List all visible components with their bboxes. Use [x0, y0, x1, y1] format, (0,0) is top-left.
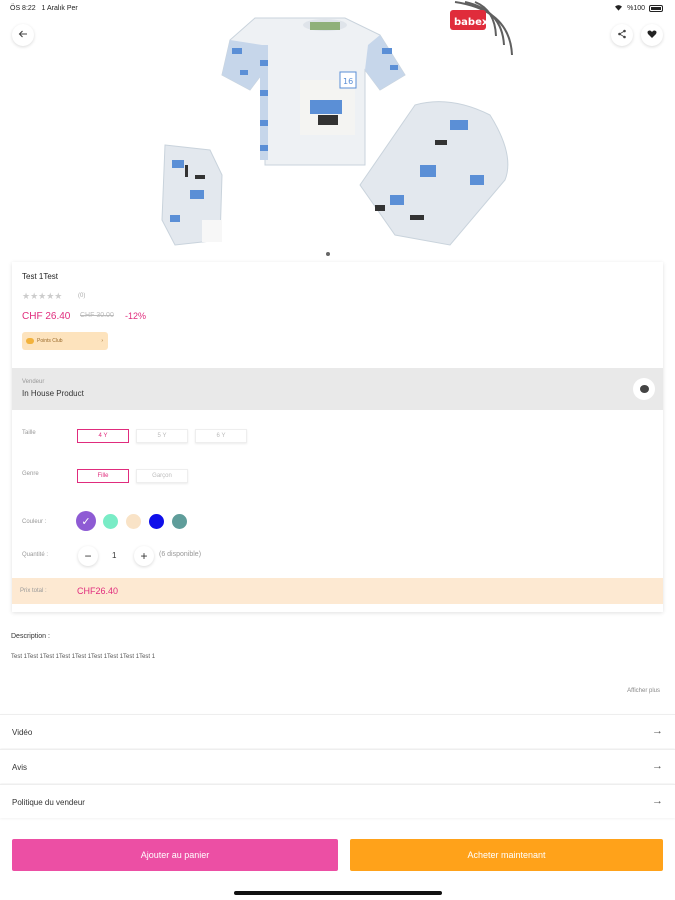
quantity-decrease-button[interactable]: − [78, 546, 98, 566]
rating-stars: ★★★★★ [22, 291, 63, 301]
arrow-right-icon: → [652, 760, 663, 772]
total-price-row: Prix total : CHF26.40 [12, 578, 663, 604]
status-time: ÖS 8:22 [10, 5, 36, 12]
rating-count: (0) [78, 293, 86, 299]
chat-icon [639, 385, 649, 393]
home-indicator[interactable] [234, 891, 442, 895]
share-icon [617, 29, 627, 42]
color-swatch-blue[interactable] [149, 514, 164, 529]
total-price-value: CHF26.40 [77, 586, 119, 596]
total-price-label: Prix total : [20, 588, 47, 594]
points-club-badge[interactable]: Points Club › [22, 332, 108, 350]
color-swatch-teal[interactable] [172, 514, 187, 529]
gender-option-fille[interactable]: Fille [77, 469, 129, 483]
product-price: CHF 26.40 [22, 311, 71, 322]
gender-option-garcon[interactable]: Garçon [136, 469, 188, 483]
link-row-label: Avis [12, 763, 27, 772]
brand-logo: babexi [450, 10, 492, 30]
link-row-label: Politique du vendeur [12, 798, 85, 807]
quantity-value: 1 [112, 551, 117, 560]
size-option-6y[interactable]: 6 Y [195, 429, 247, 443]
pajama-chest-text: 16 [343, 77, 353, 86]
vendor-label: Vendeur [22, 379, 45, 385]
chat-vendor-button[interactable] [633, 378, 655, 400]
share-button[interactable] [611, 24, 633, 46]
status-indicators: %100 [614, 4, 663, 13]
size-option-4y[interactable]: 4 Y [77, 429, 129, 443]
arrow-right-icon: → [652, 725, 663, 737]
quantity-increase-button[interactable]: + [134, 546, 154, 566]
color-swatch-beige[interactable] [126, 514, 141, 529]
status-date: 1 Aralık Per [41, 5, 78, 12]
color-swatch-purple[interactable]: ✓ [76, 511, 96, 531]
link-row-video[interactable]: Vidéo → [0, 714, 675, 748]
old-price: CHF 30.00 [80, 312, 114, 319]
check-icon: ✓ [81, 515, 91, 528]
vendor-row: Vendeur In House Product [12, 368, 663, 410]
color-swatch-mint[interactable] [103, 514, 118, 529]
product-info-card: Test 1Test ★★★★★ (0) CHF 26.40 CHF 30.00… [12, 262, 663, 612]
link-row-reviews[interactable]: Avis → [0, 749, 675, 783]
vendor-name: In House Product [22, 389, 84, 398]
discount-badge: -12% [125, 311, 147, 321]
link-row-label: Vidéo [12, 728, 33, 737]
stock-available: (6 disponible) [159, 551, 202, 558]
status-time-date: ÖS 8:22 1 Aralık Per [10, 5, 78, 12]
coin-icon [26, 338, 34, 344]
image-slider-dot[interactable] [326, 252, 330, 256]
battery-percent: %100 [627, 5, 645, 12]
favorite-button[interactable] [641, 24, 663, 46]
description-label: Description : [11, 633, 50, 640]
product-title: Test 1Test [22, 272, 59, 281]
chevron-right-icon: › [101, 338, 103, 344]
size-option-5y[interactable]: 5 Y [136, 429, 188, 443]
heart-icon [647, 29, 657, 42]
wifi-icon [614, 4, 623, 13]
gender-label: Genre [22, 471, 39, 477]
color-label: Couleur : [22, 519, 47, 525]
points-club-label: Points Club [37, 338, 63, 344]
show-more-link[interactable]: Afficher plus [627, 688, 660, 694]
buy-now-button[interactable]: Acheter maintenant [350, 839, 663, 871]
product-image[interactable]: 16 babexi [150, 0, 515, 255]
arrow-left-icon [18, 29, 28, 42]
brand-logo-text: babexi [454, 17, 492, 28]
battery-icon [649, 5, 663, 12]
back-button[interactable] [12, 24, 34, 46]
quantity-label: Quantité : [22, 552, 49, 558]
link-row-seller-policy[interactable]: Politique du vendeur → [0, 784, 675, 818]
add-to-cart-button[interactable]: Ajouter au panier [12, 839, 338, 871]
description-text: Test 1Test 1Test 1Test 1Test 1Test 1Test… [11, 654, 156, 660]
arrow-right-icon: → [652, 795, 663, 807]
size-label: Taille [22, 430, 36, 436]
